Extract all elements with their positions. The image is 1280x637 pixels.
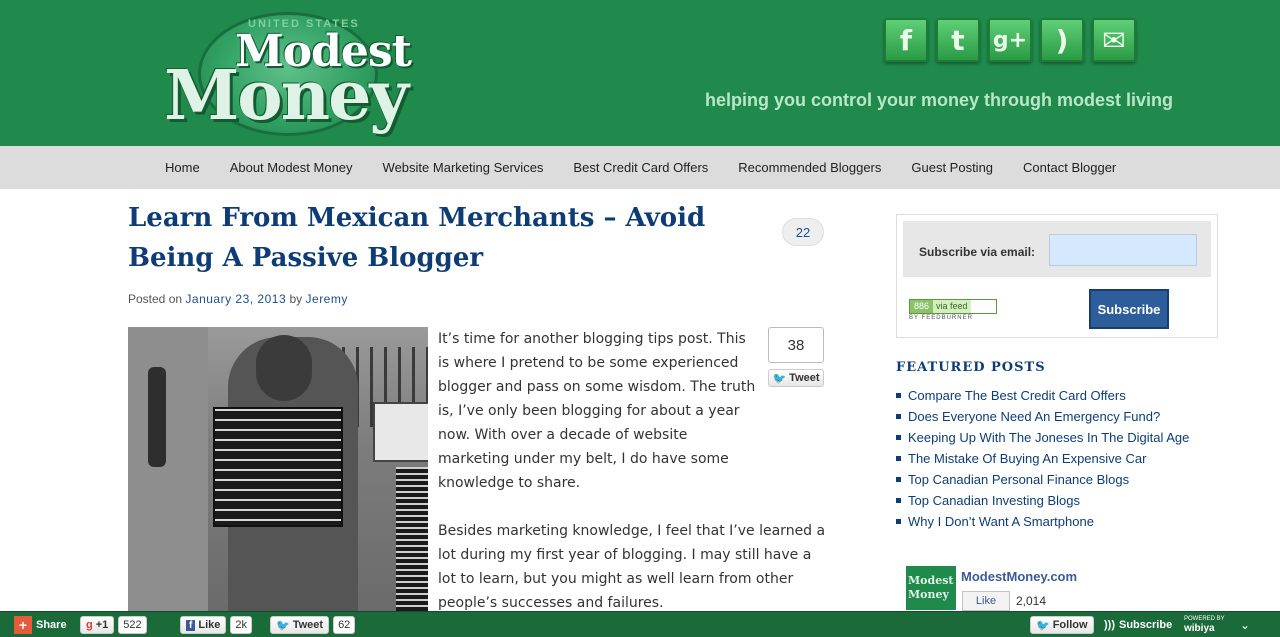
feed-count: 886 [910, 300, 934, 313]
twitter-bird-icon: 🐦 [276, 619, 290, 632]
main-nav: Home About Modest Money Website Marketin… [0, 146, 1280, 189]
tweet-bar-label: Tweet [292, 619, 324, 631]
nav-item-about[interactable]: About Modest Money [215, 160, 368, 175]
facebook-like-label: Like [975, 595, 997, 607]
facebook-bar-like-label: Like [198, 619, 221, 631]
wibiya-label: wibiya [1184, 623, 1215, 634]
site-header: UNITED STATES Modest Money f t g+ ) ✉ he… [0, 0, 1280, 146]
tweet-widget: 38 🐦 Tweet [768, 327, 824, 387]
google-plus-count: 522 [118, 616, 147, 634]
post-date-link[interactable]: January 23, 2013 [185, 292, 286, 306]
post-meta: Posted on January 23, 2013 by Jeremy [128, 292, 828, 306]
google-plus-icon: g [86, 619, 93, 631]
google-plus-one-button[interactable]: g +1 [80, 616, 115, 634]
photo-merchandise-rack [213, 407, 343, 527]
google-plus-icon[interactable]: g+ [988, 18, 1032, 62]
feedburner-badge[interactable]: 886 via feed BY FEEDBURNER [909, 299, 997, 323]
logo-word-money: Money [164, 56, 409, 136]
facebook-share-widget: f Like 2k [180, 615, 252, 635]
featured-post-link[interactable]: Top Canadian Personal Finance Blogs [896, 469, 1189, 490]
feed-via: via feed [933, 300, 971, 313]
feed-by: BY FEEDBURNER [909, 315, 973, 321]
tweet-count: 38 [768, 327, 824, 363]
wibiya-brand[interactable]: POWERED BY wibiya [1184, 614, 1225, 634]
nav-item-home[interactable]: Home [150, 160, 215, 175]
facebook-bar-count: 2k [230, 616, 252, 634]
share-toolbar: + Share g +1 522 f Like 2k 🐦 Tweet 62 🐦 … [0, 611, 1280, 637]
featured-post-link[interactable]: The Mistake Of Buying An Expensive Car [896, 448, 1189, 469]
share-button[interactable]: + Share [14, 615, 67, 635]
post-paragraph: It’s time for another blogging tips post… [438, 331, 756, 491]
tweet-button-label: Tweet [789, 372, 820, 384]
featured-posts-heading: FEATURED POSTS [896, 360, 1046, 375]
tweet-bar-count: 62 [333, 616, 356, 634]
toolbar-collapse-icon[interactable]: ⌄ [1240, 615, 1250, 635]
nav-item-contact[interactable]: Contact Blogger [1008, 160, 1131, 175]
twitter-bird-icon: 🐦 [1036, 619, 1050, 632]
rss-icon: ))) [1104, 619, 1115, 631]
facebook-like-count: 2,014 [1016, 594, 1047, 608]
site-logo[interactable]: UNITED STATES Modest Money [160, 8, 412, 138]
rss-subscribe-button[interactable]: ))) Subscribe [1104, 615, 1172, 635]
post-title[interactable]: Learn From Mexican Merchants – Avoid Bei… [128, 198, 768, 278]
subscribe-label: Subscribe via email: [919, 245, 1036, 259]
nav-item-credit-cards[interactable]: Best Credit Card Offers [558, 160, 723, 175]
facebook-page-name[interactable]: ModestMoney.com [961, 569, 1077, 584]
rss-icon[interactable]: ) [1040, 18, 1084, 62]
bar-subscribe-label: Subscribe [1119, 619, 1173, 631]
posted-on-label: Posted on [128, 292, 183, 306]
twitter-follow-widget: 🐦 Follow [1030, 615, 1094, 635]
google-plus-widget: g +1 522 [80, 615, 147, 635]
featured-post-link[interactable]: Top Canadian Investing Blogs [896, 490, 1189, 511]
post-photo [128, 327, 428, 617]
email-icon[interactable]: ✉ [1092, 18, 1136, 62]
google-plus-label: +1 [95, 619, 109, 631]
featured-posts-list: Compare The Best Credit Card Offers Does… [896, 385, 1189, 532]
nav-item-marketing[interactable]: Website Marketing Services [368, 160, 559, 175]
photo-sign [373, 402, 428, 462]
email-field[interactable] [1049, 234, 1197, 266]
photo-merchandise-rack-2 [396, 467, 428, 617]
facebook-icon: f [186, 619, 196, 631]
featured-post-link[interactable]: Keeping Up With The Joneses In The Digit… [896, 427, 1189, 448]
photo-fire-extinguisher [148, 367, 166, 467]
twitter-follow-button[interactable]: 🐦 Follow [1030, 616, 1094, 634]
tweet-share-widget: 🐦 Tweet 62 [270, 615, 356, 635]
photo-wall [128, 327, 208, 617]
tweet-bar-button[interactable]: 🐦 Tweet [270, 616, 330, 634]
facebook-page-widget: Modest Money ModestMoney.com Like 2,014 [906, 566, 1226, 616]
facebook-page-thumbnail[interactable]: Modest Money [906, 566, 956, 610]
site-tagline: helping you control your money through m… [705, 90, 1174, 110]
facebook-icon[interactable]: f [884, 18, 928, 62]
author-link[interactable]: Jeremy [306, 292, 348, 306]
plus-icon: + [14, 616, 32, 634]
subscribe-box: Subscribe via email: 886 via feed BY FEE… [896, 214, 1218, 338]
featured-post-link[interactable]: Compare The Best Credit Card Offers [896, 385, 1189, 406]
photo-head [256, 335, 312, 401]
subscribe-inner: Subscribe via email: [903, 221, 1211, 277]
featured-post-link[interactable]: Does Everyone Need An Emergency Fund? [896, 406, 1189, 427]
facebook-like-button[interactable]: Like [962, 591, 1010, 611]
post-paragraph: Besides marketing knowledge, I feel that… [438, 523, 826, 611]
featured-post-link[interactable]: Why I Don’t Want A Smartphone [896, 511, 1189, 532]
subscribe-button[interactable]: Subscribe [1089, 289, 1169, 329]
comment-count-bubble[interactable]: 22 [782, 218, 824, 246]
share-label: Share [36, 619, 67, 631]
nav-item-guest-posting[interactable]: Guest Posting [896, 160, 1008, 175]
tweet-button[interactable]: 🐦 Tweet [768, 369, 824, 387]
social-links: f t g+ ) ✉ [884, 18, 1136, 62]
facebook-like-bar-button[interactable]: f Like [180, 616, 227, 634]
twitter-bird-icon: 🐦 [772, 372, 787, 385]
by-label: by [289, 292, 303, 306]
article: Learn From Mexican Merchants – Avoid Bei… [128, 198, 828, 617]
nav-item-bloggers[interactable]: Recommended Bloggers [723, 160, 896, 175]
follow-label: Follow [1052, 619, 1088, 631]
twitter-icon[interactable]: t [936, 18, 980, 62]
